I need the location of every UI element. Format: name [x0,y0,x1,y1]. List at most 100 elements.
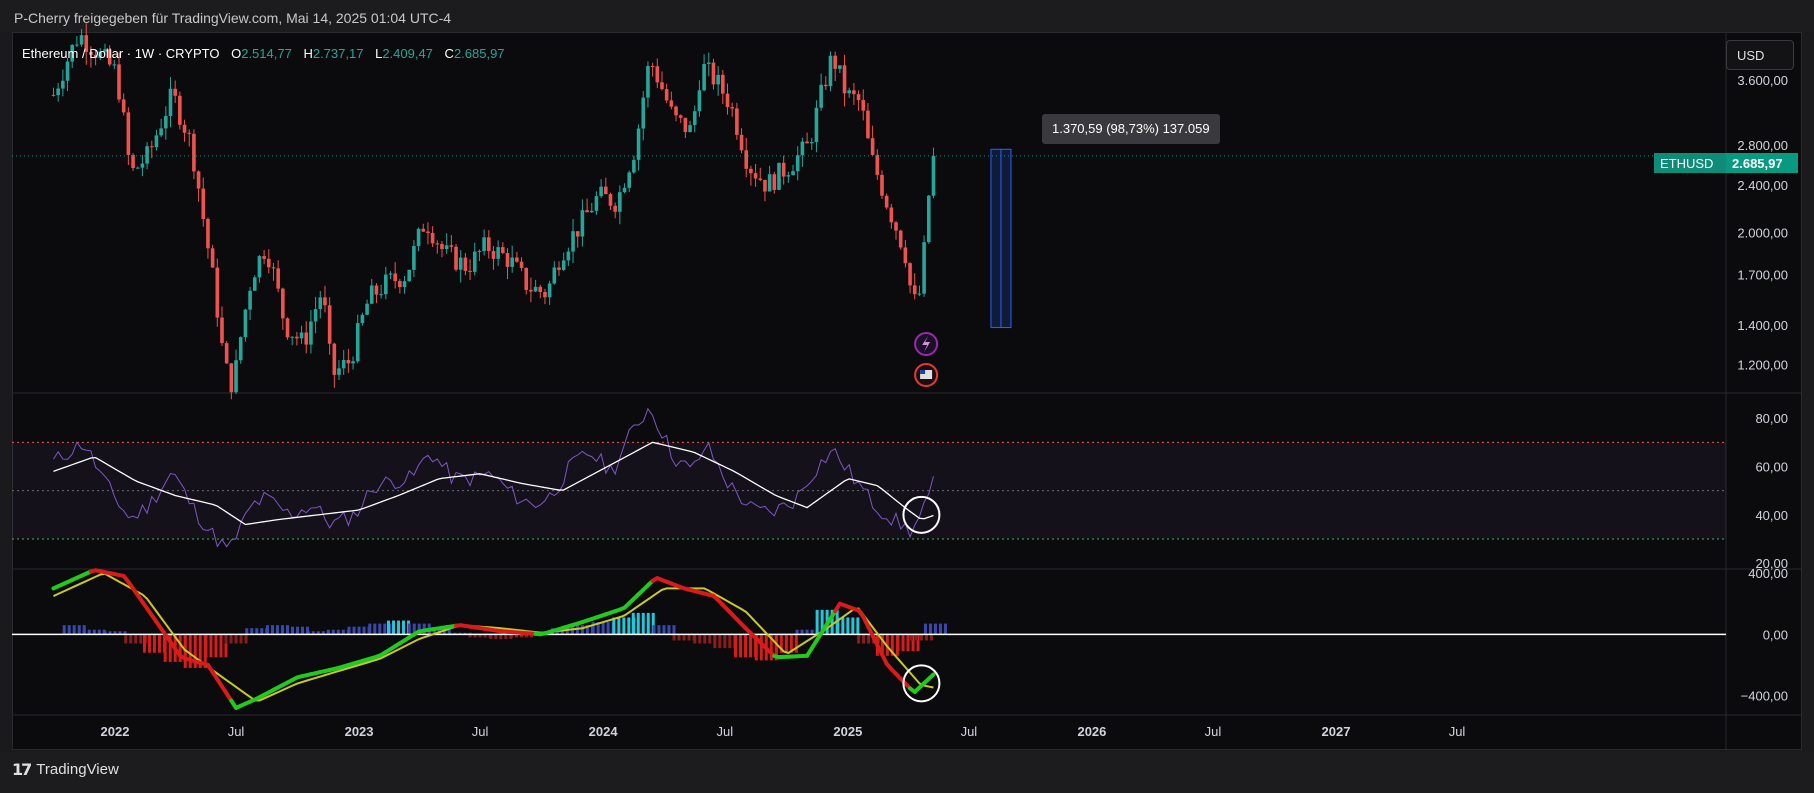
macd-histogram-bar [622,617,626,635]
candle-body [416,228,421,246]
candle-body [636,128,641,160]
tradingview-brand: TradingView [36,761,119,778]
price-tick-label: 2.800,00 [1737,138,1788,153]
macd-histogram-bar [901,634,905,652]
candle-body [337,368,341,375]
candle-body [660,82,664,90]
macd-histogram-bar [260,628,264,635]
macd-tick-label: −400,00 [1741,689,1788,704]
symbol-title[interactable]: Ethereum / Dollar · 1W · CRYPTO [22,46,219,61]
candle-body [178,95,182,125]
candle-body [266,258,271,268]
candle-body [234,360,238,393]
candle-body [379,294,383,296]
macd-histogram-bar [383,623,387,635]
time-tick-label: Jul [717,724,734,739]
candle-body [426,231,430,233]
candle-body [580,210,585,237]
candle-body [753,173,758,179]
candle-body [692,111,697,126]
last-price-symbol: ETHUSD [1654,153,1726,173]
price-tick-label: 1.200,00 [1737,358,1788,373]
macd-histogram-bar [301,626,305,635]
candle-body [496,247,500,259]
candle-body [149,146,154,148]
chart-canvas[interactable]: 3.600,00 2.800,00 2.400,00 2.000,00 1.700,00… [0,0,1814,793]
candle-body [309,321,313,345]
macd-histogram-bar [627,617,631,635]
price-tick-label: 1.700,00 [1737,267,1788,282]
measure-tooltip: 1.370,59 (98,73%) 137.059 [1042,114,1220,144]
macd-histogram-bar [867,634,871,644]
macd-histogram-bar [919,634,923,641]
candle-body [365,303,369,315]
macd-histogram-bar [357,626,361,635]
macd-histogram-bar [794,634,798,653]
candle-body [702,63,706,91]
candle-body [224,343,229,364]
candle-body [589,210,594,213]
candle-body [908,263,912,286]
time-tick-label: 2023 [345,724,374,739]
macd-histogram-bar [347,626,351,635]
macd-histogram-bar [219,634,223,658]
macd-histogram-bar [734,634,738,658]
candle-body [847,90,852,94]
currency-button[interactable]: USD [1726,40,1794,70]
candle-body [468,270,472,272]
candle-body [618,192,622,212]
candle-body [285,318,290,338]
candle-body [187,132,192,134]
macd-histogram-bar [631,612,635,635]
candle-body [299,332,304,339]
candle-body [173,88,177,96]
macd-histogram-bar [291,626,295,635]
macd-histogram-bar [270,625,274,635]
macd-histogram-bar [928,623,932,635]
high-label: H [303,46,313,61]
macd-histogram-bar [641,612,645,635]
candle-body [168,88,173,116]
candle-body [501,247,505,254]
macd-histogram-bar [244,634,248,644]
candle-body [262,256,266,259]
candle-body [833,55,837,69]
candle-body [430,232,435,244]
candle-body [515,257,519,262]
candle-body [243,309,248,338]
candle-body [117,64,121,100]
candle-body [744,150,749,169]
time-tick-label: 2022 [101,724,130,739]
macd-histogram-bar [687,634,691,641]
time-tick-label: Jul [228,724,245,739]
macd-histogram-bar [362,626,366,635]
macd-histogram-bar [744,634,748,658]
candle-body [795,155,800,172]
candle-body [552,267,557,284]
macd-histogram-bar [147,634,151,653]
candle-body [557,267,561,270]
macd-histogram-bar [617,617,621,635]
candle-body [889,207,894,223]
macd-histogram-bar [914,634,918,641]
candle-body [295,336,299,339]
time-tick-label: 2027 [1322,724,1351,739]
candle-body [519,261,524,268]
macd-histogram-bar [728,634,732,649]
candle-body [412,245,416,270]
macd-histogram-bar [924,634,928,641]
candle-body [327,305,332,344]
candle-body [786,175,791,177]
candle-body [543,291,547,298]
candle-body [599,186,603,197]
time-tick-label: Jul [472,724,489,739]
macd-histogram-bar [677,634,681,641]
tradingview-logo[interactable]: 17 TradingView [12,760,119,779]
candle-body [407,269,412,282]
macd-histogram-bar [580,625,584,635]
macd-histogram-bar [693,634,697,644]
candle-body [482,237,486,252]
macd-histogram-bar [943,623,947,635]
candle-body [290,336,294,338]
candle-body [505,253,510,267]
